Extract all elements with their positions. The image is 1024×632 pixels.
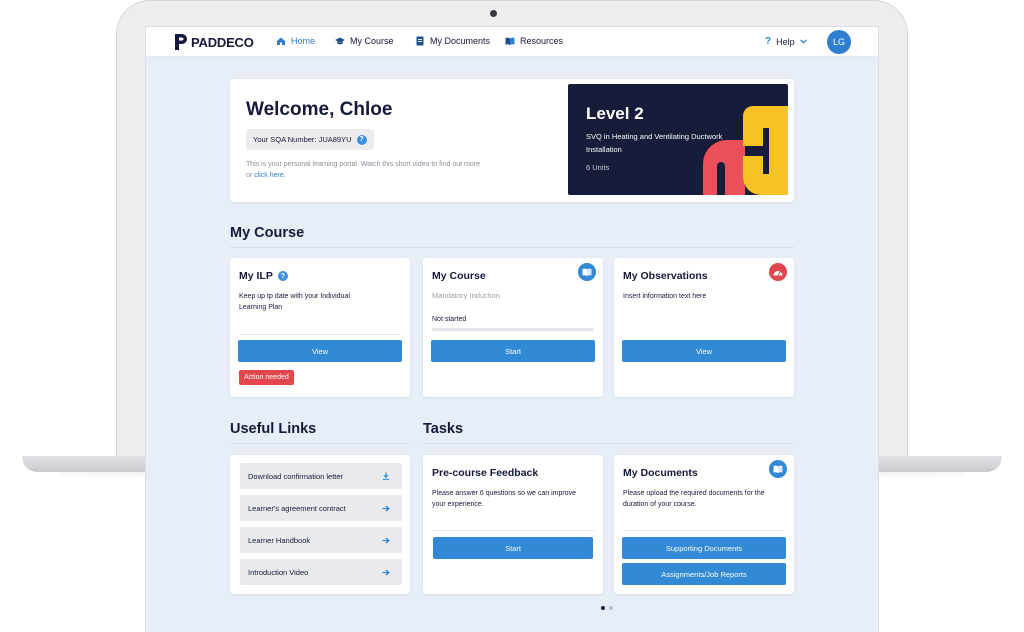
nav-resources-label: Resources — [520, 36, 564, 46]
paddeco-logo[interactable]: PADDECO — [174, 33, 254, 51]
laptop-mockup: PADDECO Home My Course My Documents Reso… — [0, 0, 1024, 632]
link-label: Learner Handbook — [248, 535, 311, 545]
my-course-card: My Course Mandatory Induction Not starte… — [423, 258, 603, 397]
webcam — [490, 10, 497, 17]
download-icon — [383, 472, 389, 480]
my-observations-view-button[interactable]: View — [622, 340, 786, 362]
books-icon — [505, 37, 515, 45]
feedback-title: Pre-course Feedback — [432, 467, 539, 479]
arrow-right-icon — [382, 569, 390, 575]
tasks-divider — [423, 443, 794, 444]
link-learner-handbook[interactable]: Learner Handbook — [240, 527, 402, 553]
course-status: Not started — [432, 316, 467, 323]
feedback-text: Please answer 6 questions so we can impr… — [432, 490, 576, 508]
sqa-number-label: Your SQA Number: JUA89YU — [253, 135, 352, 144]
nav-home[interactable]: Home — [276, 36, 315, 46]
level-title: Level 2 — [586, 104, 644, 123]
nav-my-documents[interactable]: My Documents — [415, 36, 490, 46]
nav-resources[interactable]: Resources — [505, 36, 563, 46]
my-observations-card: My Observations Insert information text … — [614, 258, 794, 397]
chevron-down-icon — [799, 39, 807, 44]
documents-text: Please upload the required documents for… — [623, 490, 765, 508]
divider — [432, 530, 594, 531]
help-label: Help — [776, 36, 795, 47]
link-learners-agreement-contract[interactable]: Learner's agreement contract — [240, 495, 402, 521]
pagination-dot-active[interactable] — [601, 606, 605, 610]
course-progress-bar — [432, 328, 594, 331]
logo-mark-icon — [175, 34, 187, 50]
welcome-title: Welcome, Chloe — [246, 99, 393, 120]
link-label: Learner's agreement contract — [248, 503, 346, 513]
question-icon[interactable]: ? — [356, 134, 367, 145]
level-graphic — [703, 106, 788, 195]
tasks-heading: Tasks — [423, 421, 464, 437]
level-card[interactable]: Level 2 SVQ in Heating and Ventilating D… — [568, 84, 788, 195]
my-course-heading: My Course — [230, 225, 305, 241]
sqa-number-chip: Your SQA Number: JUA89YU ? — [246, 129, 374, 150]
observations-text: Insert information text here — [623, 293, 707, 300]
top-nav: PADDECO Home My Course My Documents Reso… — [146, 27, 878, 57]
help-icon: ? — [765, 36, 772, 47]
pre-course-feedback-card: Pre-course Feedback Please answer 6 ques… — [423, 455, 603, 594]
link-label: Download confirmation letter — [248, 471, 344, 481]
intro-text: This is your personal learning portal. W… — [246, 159, 486, 181]
nav-my-course[interactable]: My Course — [335, 36, 394, 46]
my-documents-title: My Documents — [623, 467, 698, 479]
logo-text: PADDECO — [191, 34, 254, 50]
my-observations-title: My Observations — [623, 270, 708, 282]
my-ilp-text: Keep up tp date with your Individual Lea… — [239, 293, 350, 311]
document-icon — [416, 36, 424, 46]
my-course-title: My Course — [432, 270, 486, 282]
divider — [239, 334, 401, 335]
arrow-right-icon — [382, 505, 390, 511]
pagination-dot[interactable] — [609, 606, 613, 610]
nav-my-documents-label: My Documents — [430, 36, 491, 46]
my-ilp-view-button[interactable]: View — [238, 340, 402, 362]
avatar[interactable]: LG — [827, 30, 851, 54]
nav-my-course-label: My Course — [350, 36, 394, 46]
help-menu[interactable]: ? Help — [765, 36, 807, 47]
link-download-confirmation-letter[interactable]: Download confirmation letter — [240, 463, 402, 489]
my-course-start-button[interactable]: Start — [431, 340, 595, 362]
assignments-job-reports-button[interactable]: Assignments/Job Reports — [622, 563, 786, 585]
units-count: 6 Units — [586, 163, 610, 172]
course-subtitle: Mandatory Induction — [432, 291, 500, 300]
book-icon — [769, 460, 787, 478]
question-icon[interactable]: ? — [277, 271, 288, 281]
my-ilp-title-text: My ILP — [239, 270, 273, 282]
gauge-icon — [769, 263, 787, 281]
divider — [623, 530, 785, 531]
link-introduction-video[interactable]: Introduction Video — [240, 559, 402, 585]
graduation-cap-icon — [335, 37, 345, 45]
useful-links-card: Download confirmation letter Learner's a… — [230, 455, 410, 594]
link-label: Introduction Video — [248, 567, 309, 577]
my-documents-card: My Documents Please upload the required … — [614, 455, 794, 594]
nav-home-label: Home — [291, 36, 316, 46]
click-here-link[interactable]: click here. — [254, 172, 286, 179]
my-course-divider — [230, 247, 794, 248]
home-icon — [277, 37, 285, 45]
screen: PADDECO Home My Course My Documents Reso… — [146, 27, 878, 632]
pagination-dots — [601, 606, 613, 610]
action-needed-badge: Action needed — [239, 370, 294, 385]
my-ilp-title: My ILP ? — [239, 270, 288, 282]
useful-links-divider — [230, 443, 410, 444]
supporting-documents-button[interactable]: Supporting Documents — [622, 537, 786, 559]
feedback-start-button[interactable]: Start — [433, 537, 593, 559]
book-icon — [578, 263, 596, 281]
arrow-right-icon — [382, 537, 390, 543]
my-ilp-card: My ILP ? Keep up tp date with your Indiv… — [230, 258, 410, 397]
useful-links-heading: Useful Links — [230, 421, 317, 437]
welcome-card: Welcome, Chloe Your SQA Number: JUA89YU … — [230, 79, 794, 202]
